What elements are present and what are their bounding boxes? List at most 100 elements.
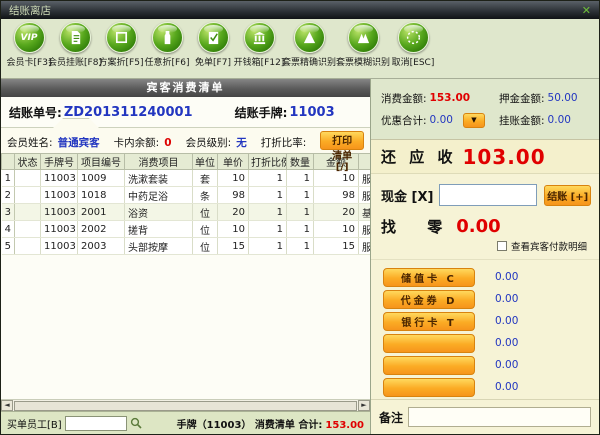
payment-row-stored-card: 储值卡 C 0.00 [371, 266, 599, 288]
staff-input[interactable] [64, 415, 127, 431]
toolbar-button-cancel[interactable]: 取消[ESC] [391, 22, 435, 68]
column-header[interactable] [358, 153, 370, 170]
consumption-table: 状态手牌号项目编号消费项目单位单价打折比例数量金额 1110031009洗漱套装… [1, 153, 370, 255]
settle-button[interactable]: 结账 [+] [544, 184, 591, 206]
column-header[interactable]: 消费项目 [124, 153, 193, 170]
table-cell: 10 [313, 220, 359, 238]
consume-amount-label: 消费金额: [381, 92, 427, 105]
toolbar-button-open-cashbox[interactable]: 开钱箱[F12] [234, 22, 284, 68]
consume-amount: 消费金额: 153.00 [381, 91, 499, 106]
payment-detail-checkbox[interactable] [496, 241, 507, 251]
remark-label: 备注 [379, 410, 404, 425]
toolbar-button-member-credit[interactable]: 会员挂账[F8] [48, 22, 102, 68]
scroll-left-icon[interactable]: ◄ [1, 400, 13, 411]
table-cell: 1 [248, 186, 287, 204]
table-cell: 服务 [358, 186, 370, 204]
column-header[interactable]: 单位 [192, 153, 218, 170]
table-row[interactable]: 3110032001浴资位201120基础 [1, 203, 370, 221]
remark-row: 备注 [371, 399, 599, 434]
column-header[interactable]: 手牌号 [40, 153, 78, 170]
toolbar-button-free-bill[interactable]: 免单[F7] [191, 22, 235, 68]
chevron-down-icon[interactable]: ▼ [462, 112, 485, 128]
table-row[interactable]: 1110031009洗漱套装套101110服务 [1, 169, 370, 187]
voucher-value: 0.00 [495, 293, 519, 305]
window-title: 结账离店 [9, 4, 51, 17]
table-row[interactable]: 4110032002搓背位101110服务 [1, 220, 370, 238]
cash-area: 现金 [X] 结账 [+] 找 零 0.00 查看宾客付款明细 [371, 174, 599, 259]
square-outline-icon [105, 22, 137, 53]
table-cell: 1 [248, 203, 287, 221]
cash-drawer-icon [243, 22, 275, 53]
table-row[interactable]: 5110032003头部按摩位151115服务 [1, 237, 370, 255]
member-name-value: 普通宾客 [57, 137, 100, 149]
bank-card-value: 0.00 [495, 315, 519, 327]
consumption-table-body: 1110031009洗漱套装套101110服务2110031018中药足浴条98… [1, 169, 370, 255]
toolbar-button-ticket-fuzzy[interactable]: 套票模糊识别 [336, 22, 390, 68]
column-header[interactable]: 数量 [286, 153, 314, 170]
magnifier-icon[interactable] [130, 417, 142, 429]
table-cell: 基础 [358, 203, 370, 221]
table-cell [14, 186, 41, 204]
column-header[interactable] [1, 153, 15, 170]
bill-no-value: ZD201311240001 [63, 104, 193, 120]
bottle-icon [151, 22, 183, 53]
payment-row-extra-1: 0.00 [371, 332, 599, 354]
toolbar-button-member-card[interactable]: VIP 会员卡[F3] [7, 22, 51, 68]
consume-amount-value: 153.00 [429, 92, 471, 104]
horizontal-scrollbar[interactable]: ◄ ► [1, 399, 370, 411]
extra-payment-button-1[interactable] [383, 333, 475, 353]
table-cell: 15 [313, 237, 359, 255]
summary-label: 手牌（11003） 消费清单 合计: [176, 419, 323, 431]
cash-label: 现金 [X] [381, 189, 434, 205]
close-icon[interactable]: ✕ [582, 5, 591, 16]
column-header[interactable]: 状态 [14, 153, 41, 170]
payment-row-extra-2: 0.00 [371, 354, 599, 376]
table-cell: 1 [248, 169, 287, 187]
table-cell: 15 [217, 237, 249, 255]
table-cell: 2001 [77, 203, 125, 221]
table-cell: 10 [217, 220, 249, 238]
table-cell: 1 [248, 220, 287, 238]
stored-card-value: 0.00 [495, 271, 519, 283]
credit-amount-label: 挂账金额: [499, 114, 545, 127]
consumption-list-title: 宾客消费清单 [1, 79, 370, 97]
table-cell: 4 [1, 220, 15, 238]
table-cell: 1 [286, 237, 314, 255]
stored-card-button[interactable]: 储值卡 C [383, 267, 475, 287]
remark-input[interactable] [408, 407, 591, 427]
table-cell: 2002 [77, 220, 125, 238]
table-cell: 1 [286, 220, 314, 238]
table-cell: 3 [1, 203, 15, 221]
column-header[interactable]: 项目编号 [77, 153, 125, 170]
table-cell: 11003 [40, 203, 78, 221]
table-cell: 11003 [40, 186, 78, 204]
table-cell: 11003 [40, 169, 78, 187]
toolbar-button-any-discount[interactable]: 任意折[F6] [145, 22, 189, 68]
extra-payment-button-3[interactable] [383, 377, 475, 397]
discount-ratio-label: 打折比率: [260, 137, 307, 149]
print-list-button[interactable]: 打印清单[/] [320, 131, 364, 173]
column-header[interactable]: 单价 [217, 153, 249, 170]
toolbar-button-plan-discount[interactable]: 方案折[F5] [99, 22, 143, 68]
vip-card-icon: VIP [13, 22, 45, 53]
bill-info-row: 结账单号: ZD201311240001 结账手牌: 11003 [1, 97, 370, 127]
table-cell: 1 [286, 169, 314, 187]
member-info-row: 会员姓名: 普通宾客 卡内余额: 0 会员级别: 无 打折比率: 打印清单[/] [1, 118, 370, 173]
table-cell: 10 [217, 169, 249, 187]
table-cell [14, 169, 41, 187]
table-cell: 搓背 [124, 220, 193, 238]
table-cell: 1 [286, 203, 314, 221]
table-cell: 1018 [77, 186, 125, 204]
voucher-button[interactable]: 代金券 D [383, 289, 475, 309]
cash-input[interactable] [439, 184, 538, 206]
table-row[interactable]: 2110031018中药足浴条981198服务 [1, 186, 370, 204]
extra-payment-button-2[interactable] [383, 355, 475, 375]
table-cell: 位 [192, 237, 218, 255]
scroll-thumb[interactable] [14, 400, 357, 411]
toolbar-button-ticket-exact[interactable]: 套票精确识别 [282, 22, 336, 68]
extra-payment-value-2: 0.00 [495, 359, 519, 371]
bank-card-button[interactable]: 银行卡 T [383, 311, 475, 331]
table-cell: 20 [217, 203, 249, 221]
column-header[interactable]: 打折比例 [248, 153, 287, 170]
scroll-right-icon[interactable]: ► [358, 400, 370, 411]
